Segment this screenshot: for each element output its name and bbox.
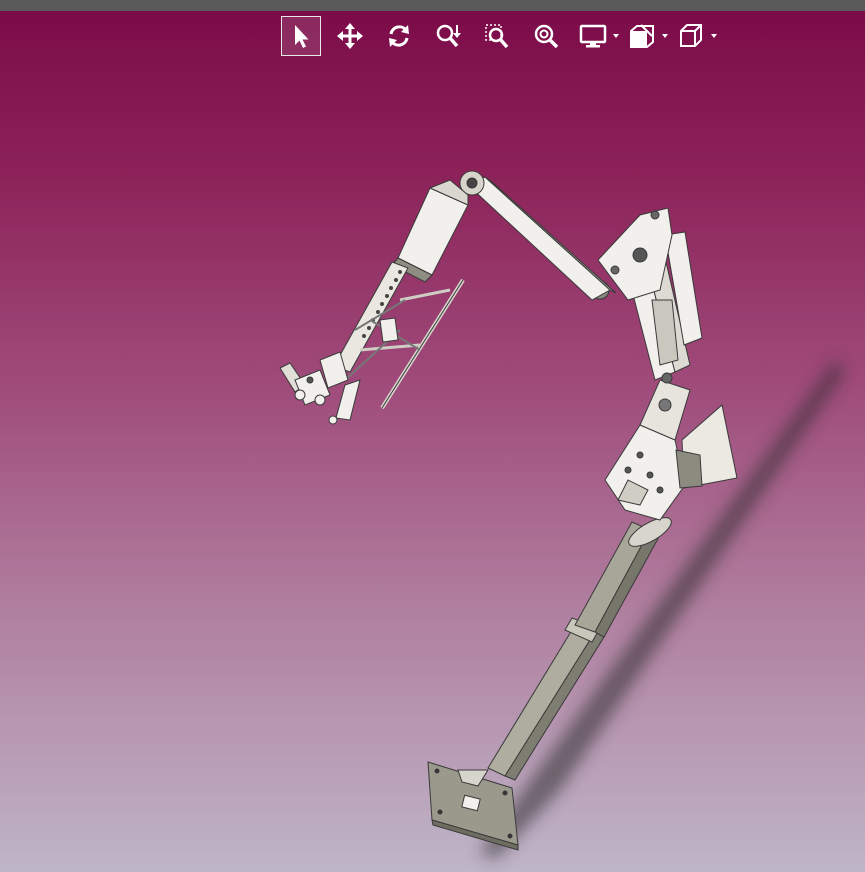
display-mode-dropdown[interactable] [575, 16, 619, 56]
chevron-down-icon [662, 34, 668, 38]
3d-model-canvas[interactable] [0, 0, 865, 872]
upper-boom [459, 170, 617, 301]
chevron-down-icon [711, 34, 717, 38]
display-mode-icon [579, 24, 607, 48]
chevron-down-icon [613, 34, 619, 38]
lower-arm [604, 379, 738, 521]
rotate-icon [389, 25, 409, 47]
zoom-icon [436, 24, 461, 48]
view-toolbar [281, 15, 722, 57]
rotate-tool-button[interactable] [379, 16, 419, 56]
section-view-dropdown[interactable] [624, 16, 668, 56]
zoom-fit-button[interactable] [526, 16, 566, 56]
zoom-window-button[interactable] [477, 16, 517, 56]
section-view-icon [630, 24, 654, 48]
3d-viewport[interactable] [0, 0, 865, 872]
zoom-fit-icon [534, 24, 559, 49]
pan-tool-button[interactable] [330, 16, 370, 56]
view-orientation-dropdown[interactable] [673, 16, 717, 56]
zoom-tool-button[interactable] [428, 16, 468, 56]
select-tool-button[interactable] [281, 16, 321, 56]
pan-icon [337, 23, 363, 49]
zoom-window-icon [485, 24, 509, 49]
select-arrow-icon [295, 25, 309, 48]
view-orientation-icon [680, 24, 702, 47]
